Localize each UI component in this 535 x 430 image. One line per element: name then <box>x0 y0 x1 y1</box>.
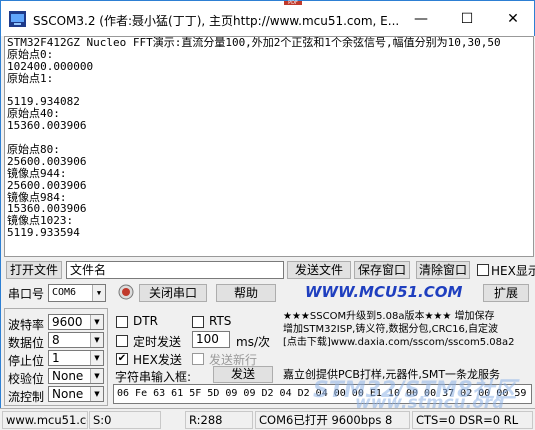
interval-unit-label: ms/次 <box>236 335 270 349</box>
flow-value: None <box>52 387 84 401</box>
interval-input[interactable]: 100 <box>192 331 230 348</box>
parity-label: 校验位 <box>8 372 45 386</box>
expand-button[interactable]: 扩展 <box>483 284 529 302</box>
output-line: 25600.003906 <box>7 178 87 192</box>
stopbits-value: 1 <box>52 351 60 365</box>
flow-select[interactable]: None ▼ <box>48 386 104 402</box>
timed-send-label: 定时发送 <box>133 335 182 349</box>
app-icon <box>9 11 26 27</box>
databits-select[interactable]: 8 ▼ <box>48 332 104 348</box>
output-line: 原始点1: <box>7 71 54 85</box>
ad-line-3: [点击下载]www.daxia.com/sscom/sscom5.08a2 <box>283 337 515 348</box>
ad-line-1: ★★★SSCOM升级到5.08a版本★★★ 增加保存 <box>283 311 495 322</box>
mcu51-logo[interactable]: WWW.MCU51.COM <box>305 283 462 301</box>
port-label: 串口号 <box>8 287 45 301</box>
parity-select[interactable]: None ▼ <box>48 368 104 384</box>
file-name-field[interactable]: 文件名 <box>66 261 284 279</box>
chevron-down-icon: ▼ <box>90 315 103 329</box>
record-icon <box>118 284 134 300</box>
title-bar[interactable]: SSCOM3.2 (作者:聂小猛(丁丁), 主页http://www.mcu51… <box>0 0 535 36</box>
stopbits-label: 停止位 <box>8 354 45 368</box>
baud-label: 波特率 <box>8 318 45 332</box>
dtr-checkbox[interactable] <box>116 316 128 328</box>
save-window-button[interactable]: 保存窗口 <box>354 261 410 279</box>
port-select[interactable]: COM6 ▼ <box>48 284 106 302</box>
flow-label: 流控制 <box>8 390 45 404</box>
parity-value: None <box>52 369 84 383</box>
databits-value: 8 <box>52 333 60 347</box>
hex-display-label: HEX显示 <box>491 264 535 278</box>
dtr-label: DTR <box>133 314 158 328</box>
databits-label: 数据位 <box>8 336 45 350</box>
timed-send-checkbox[interactable] <box>116 335 128 347</box>
port-value: COM6 <box>52 287 77 298</box>
output-line: 5119.934082 <box>7 95 80 109</box>
stopbits-select[interactable]: 1 ▼ <box>48 350 104 366</box>
rts-label: RTS <box>209 314 232 328</box>
ad-panel[interactable]: ★★★SSCOM升级到5.08a版本★★★ 增加保存 增加STM32ISP,铸义… <box>283 310 532 362</box>
clear-window-button[interactable]: 清除窗口 <box>416 261 470 279</box>
hex-display-checkbox[interactable] <box>477 264 489 276</box>
chevron-down-icon: ▼ <box>90 351 103 365</box>
chevron-down-icon: ▼ <box>90 369 103 383</box>
baud-select[interactable]: 9600 ▼ <box>48 314 104 330</box>
status-sent: S:0 <box>89 411 161 429</box>
window-title: SSCOM3.2 (作者:聂小猛(丁丁), 主页http://www.mcu51… <box>33 14 400 28</box>
output-line: 25600.003906 <box>7 154 87 168</box>
help-button[interactable]: 帮助 <box>216 284 276 302</box>
pdf-tag: PDF <box>284 1 302 6</box>
close-port-button[interactable]: 关闭串口 <box>139 284 207 302</box>
send-file-button[interactable]: 发送文件 <box>287 261 351 279</box>
close-button[interactable]: ✕ <box>490 1 535 37</box>
send-button[interactable]: 发送 <box>213 366 273 383</box>
output-line: 5119.933594 <box>7 226 80 240</box>
input-label: 字符串输入框: <box>115 370 192 384</box>
baud-value: 9600 <box>52 315 83 329</box>
maximize-button[interactable]: ☐ <box>444 1 490 37</box>
receive-output-area[interactable]: STM32F412GZ Nucleo FFT演示:直流分量100,外加2个正弦和… <box>4 36 534 257</box>
hex-send-checkbox[interactable]: ✔ <box>116 353 128 365</box>
open-file-button[interactable]: 打开文件 <box>6 261 62 279</box>
status-port: COM6已打开 9600bps 8 <box>255 411 410 429</box>
rts-checkbox[interactable] <box>192 316 204 328</box>
output-line: 15360.003906 <box>7 119 87 133</box>
hex-send-label: HEX发送 <box>133 353 182 367</box>
status-site[interactable]: www.mcu51.cor <box>2 411 88 429</box>
output-text: STM32F412GZ Nucleo FFT演示:直流分量100,外加2个正弦和… <box>5 37 533 239</box>
output-line: 15360.003906 <box>7 202 87 216</box>
chevron-down-icon: ▼ <box>92 285 105 301</box>
output-line: 102400.000000 <box>7 59 94 73</box>
output-line: 镜像点1023: <box>7 214 74 228</box>
status-received: R:288 <box>185 411 253 429</box>
status-bar: www.mcu51.cor S:0 R:288 COM6已打开 9600bps … <box>0 408 535 430</box>
output-line: 原始点0: <box>7 47 54 61</box>
chevron-down-icon: ▼ <box>90 387 103 401</box>
send-newline-checkbox[interactable] <box>192 353 204 365</box>
output-line: STM32F412GZ Nucleo FFT演示:直流分量100,外加2个正弦和… <box>7 36 501 49</box>
chevron-down-icon: ▼ <box>90 333 103 347</box>
minimize-button[interactable]: — <box>398 1 444 37</box>
ad-line-2: 增加STM32ISP,铸义符,数据分包,CRC16,自定波 <box>283 324 498 335</box>
status-lines: CTS=0 DSR=0 RL <box>412 411 533 429</box>
output-line: 镜像点944: <box>7 166 67 180</box>
